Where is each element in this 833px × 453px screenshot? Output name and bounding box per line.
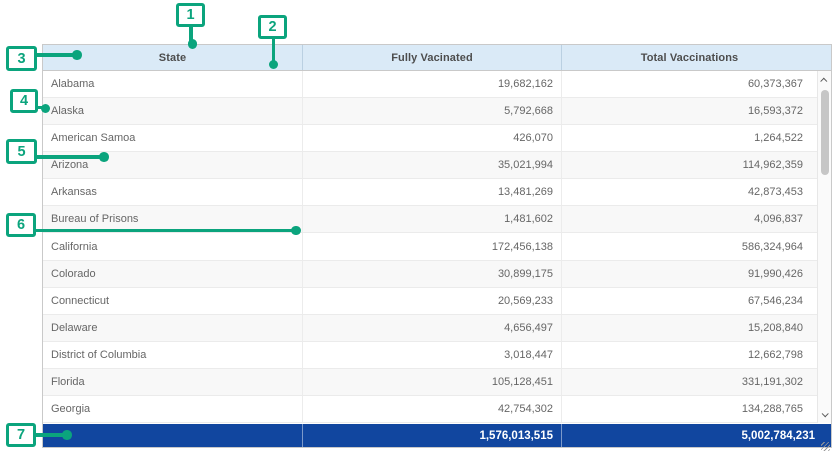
cell-total-vaccinations: 1,264,522 <box>561 125 831 151</box>
callout-4-dot <box>41 104 51 114</box>
totals-row: 1,576,013,515 5,002,784,231 <box>43 424 831 447</box>
cell-fully-vaccinated: 3,018,447 <box>302 342 561 368</box>
cell-state: Alaska <box>43 98 302 124</box>
cell-state: Florida <box>43 369 302 395</box>
column-header-total-vaccinations[interactable]: Total Vaccinations <box>561 45 831 70</box>
cell-state: Connecticut <box>43 288 302 314</box>
cell-fully-vaccinated: 35,021,994 <box>302 152 561 178</box>
cell-total-vaccinations: 16,593,372 <box>561 98 831 124</box>
cell-state: District of Columbia <box>43 342 302 368</box>
cell-total-vaccinations: 331,191,302 <box>561 369 831 395</box>
list-table: State Fully Vacinated Total Vaccinations… <box>42 44 832 448</box>
totals-state-cell <box>43 424 302 447</box>
table-row[interactable]: Connecticut 20,569,233 67,546,234 <box>43 288 831 315</box>
cell-state: Alabama <box>43 71 302 97</box>
table-row[interactable]: American Samoa 426,070 1,264,522 <box>43 125 831 152</box>
cell-fully-vaccinated: 4,656,497 <box>302 315 561 341</box>
cell-total-vaccinations: 12,662,798 <box>561 342 831 368</box>
column-header-state[interactable]: State <box>43 45 302 70</box>
table-header-row: State Fully Vacinated Total Vaccinations <box>43 45 831 71</box>
callout-2-connector <box>272 38 276 62</box>
cell-total-vaccinations: 15,208,840 <box>561 315 831 341</box>
cell-total-vaccinations: 60,373,367 <box>561 71 831 97</box>
callout-4: 4 <box>10 89 38 113</box>
callout-7-dot <box>62 430 72 440</box>
cell-total-vaccinations: 67,546,234 <box>561 288 831 314</box>
callout-2-dot <box>269 60 279 70</box>
cell-fully-vaccinated: 42,754,302 <box>302 396 561 422</box>
callout-7: 7 <box>6 423 36 447</box>
cell-state: Arkansas <box>43 179 302 205</box>
table-row[interactable]: Georgia 42,754,302 134,288,765 <box>43 396 831 423</box>
cell-fully-vaccinated: 426,070 <box>302 125 561 151</box>
callout-3: 3 <box>6 46 37 71</box>
cell-fully-vaccinated: 172,456,138 <box>302 233 561 259</box>
table-row[interactable]: Florida 105,128,451 331,191,302 <box>43 369 831 396</box>
cell-total-vaccinations: 4,096,837 <box>561 206 831 232</box>
table-row[interactable]: California 172,456,138 586,324,964 <box>43 233 831 260</box>
cell-fully-vaccinated: 13,481,269 <box>302 179 561 205</box>
callout-6-connector <box>34 229 294 233</box>
table-body: Alabama 19,682,162 60,373,367 Alaska 5,7… <box>43 71 831 423</box>
table-row[interactable]: Alaska 5,792,668 16,593,372 <box>43 98 831 125</box>
callout-3-dot <box>72 50 82 60</box>
screenshot-canvas: State Fully Vacinated Total Vaccinations… <box>0 0 833 453</box>
resize-grip-icon[interactable] <box>821 442 830 451</box>
callout-5-dot <box>99 152 109 162</box>
cell-total-vaccinations: 586,324,964 <box>561 233 831 259</box>
cell-fully-vaccinated: 20,569,233 <box>302 288 561 314</box>
callout-5-connector <box>35 155 102 159</box>
table-row[interactable]: District of Columbia 3,018,447 12,662,79… <box>43 342 831 369</box>
cell-fully-vaccinated: 19,682,162 <box>302 71 561 97</box>
cell-total-vaccinations: 134,288,765 <box>561 396 831 422</box>
cell-fully-vaccinated: 5,792,668 <box>302 98 561 124</box>
callout-5: 5 <box>6 139 37 164</box>
cell-total-vaccinations: 114,962,359 <box>561 152 831 178</box>
table-row[interactable]: Arizona 35,021,994 114,962,359 <box>43 152 831 179</box>
cell-fully-vaccinated: 1,481,602 <box>302 206 561 232</box>
totals-total-vaccinations-cell: 5,002,784,231 <box>561 424 831 447</box>
callout-6: 6 <box>6 213 36 237</box>
callout-6-dot <box>291 226 301 236</box>
scroll-up-button[interactable] <box>818 73 831 87</box>
scroll-down-button[interactable] <box>818 407 831 421</box>
cell-state: Colorado <box>43 261 302 287</box>
vertical-scrollbar[interactable] <box>817 71 831 423</box>
chevron-up-icon <box>820 77 827 84</box>
column-header-fully-vaccinated[interactable]: Fully Vacinated <box>302 45 561 70</box>
table-row[interactable]: Delaware 4,656,497 15,208,840 <box>43 315 831 342</box>
cell-total-vaccinations: 42,873,453 <box>561 179 831 205</box>
cell-state: California <box>43 233 302 259</box>
scrollbar-thumb[interactable] <box>821 90 829 175</box>
cell-total-vaccinations: 91,990,426 <box>561 261 831 287</box>
cell-state: Delaware <box>43 315 302 341</box>
totals-fully-vaccinated-cell: 1,576,013,515 <box>302 424 561 447</box>
table-row[interactable]: Arkansas 13,481,269 42,873,453 <box>43 179 831 206</box>
table-row[interactable]: Alabama 19,682,162 60,373,367 <box>43 71 831 98</box>
cell-state: Georgia <box>43 396 302 422</box>
callout-2: 2 <box>258 15 287 39</box>
chevron-down-icon <box>822 410 829 417</box>
cell-fully-vaccinated: 30,899,175 <box>302 261 561 287</box>
cell-state: American Samoa <box>43 125 302 151</box>
callout-3-connector <box>35 53 75 57</box>
callout-1-dot <box>188 39 198 49</box>
cell-fully-vaccinated: 105,128,451 <box>302 369 561 395</box>
table-row[interactable]: Colorado 30,899,175 91,990,426 <box>43 261 831 288</box>
callout-1: 1 <box>176 3 205 27</box>
